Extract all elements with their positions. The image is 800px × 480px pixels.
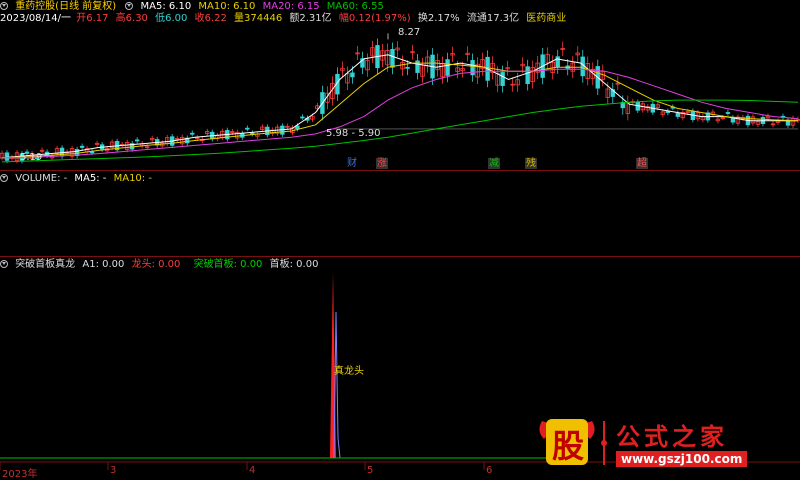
indicator-breakout: 突破首板: 0.00: [193, 259, 263, 270]
candle-body: [405, 66, 410, 69]
pane-divider[interactable]: [0, 256, 800, 257]
collapse-icon[interactable]: [0, 174, 8, 182]
candle-body: [190, 132, 195, 135]
event-marker-finance[interactable]: 财: [346, 158, 358, 169]
watermark-logo: 股 公式之家 www.gszj100.com: [534, 413, 774, 473]
candle-body: [350, 72, 355, 78]
volume-ma10: MA10: -: [113, 173, 152, 184]
x-axis-label: 3: [110, 465, 117, 476]
event-marker-residual[interactable]: 残: [525, 158, 537, 169]
volume-pane-header: VOLUME: - MA5: - MA10: -: [0, 173, 156, 185]
candle-body: [555, 56, 560, 68]
logo-url: www.gszj100.com: [616, 451, 748, 467]
event-marker-limit-up[interactable]: 涨: [376, 158, 388, 169]
collapse-icon[interactable]: [0, 260, 8, 268]
peak-price-label: 8.27: [398, 27, 421, 39]
low-price-label: 5.19: [20, 152, 43, 164]
event-marker-super[interactable]: 超: [636, 158, 648, 169]
indicator-a1: A1: 0.00: [82, 259, 125, 270]
candle-body: [390, 48, 395, 68]
candle-body: [675, 112, 681, 117]
logo-big-char: 股: [551, 427, 584, 465]
x-axis-label: 4: [249, 465, 256, 476]
candle-body: [445, 59, 450, 76]
candle-body: [300, 116, 305, 119]
candle-body: [134, 139, 140, 142]
candle-body: [4, 152, 10, 161]
candle-body: [500, 72, 505, 86]
x-axis-label: 5: [367, 465, 374, 476]
event-marker-reduce[interactable]: 减: [488, 158, 500, 169]
candle-body: [89, 151, 95, 154]
ma-line-ma10: [1, 62, 799, 159]
candle-body: [580, 56, 585, 77]
pane-divider[interactable]: [0, 170, 800, 171]
indicator-first-board: 首板: 0.00: [269, 259, 319, 270]
candle-body: [725, 112, 731, 114]
candle-body: [79, 145, 85, 148]
indicator-pane-header: 突破首板真龙 A1: 0.00 龙头: 0.00 突破首板: 0.00 首板: …: [0, 259, 322, 271]
volume-ma5: MA5: -: [74, 173, 107, 184]
x-axis-label: 6: [486, 465, 493, 476]
logo-title: 公式之家: [616, 422, 728, 451]
indicator-name[interactable]: 突破首板真龙: [15, 259, 75, 270]
candle-body: [250, 132, 255, 135]
mid-price-label: 5.98 - 5.90: [326, 127, 381, 139]
indicator-dragon-head: 龙头: 0.00: [131, 259, 181, 270]
chart-canvas[interactable]: [0, 0, 800, 477]
indicator-annotation: 真龙头: [334, 366, 364, 377]
ma-line-ma60: [1, 99, 799, 163]
ma-line-ma5: [1, 54, 798, 159]
x-axis-label: 2023年: [2, 469, 38, 480]
candle-body: [245, 127, 250, 130]
volume-label: VOLUME: -: [15, 173, 68, 184]
candle-body: [525, 66, 530, 85]
